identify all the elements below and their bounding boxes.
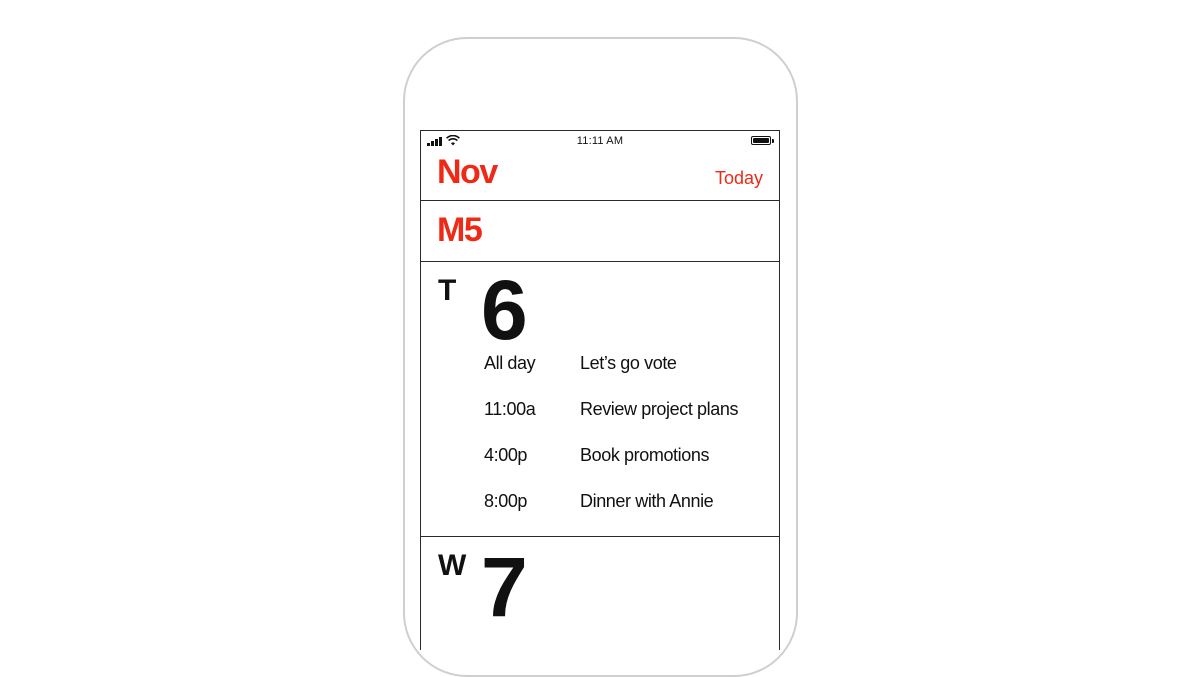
day-row-collapsed[interactable]: M5 <box>421 201 779 262</box>
event-time: 11:00a <box>484 399 536 419</box>
event-title: Dinner with Annie <box>580 491 714 511</box>
weekday-label: W <box>438 549 467 582</box>
weekday-label: M <box>437 211 465 249</box>
event-item[interactable]: 8:00p Dinner with Annie <box>484 486 774 532</box>
today-button[interactable]: Today <box>715 168 763 189</box>
day-section[interactable]: W 7 <box>421 537 779 650</box>
event-title: Review project plans <box>580 399 739 419</box>
day-number: 5 <box>463 211 483 249</box>
day-number: 7 <box>481 540 528 634</box>
weekday-label: T <box>438 274 457 307</box>
event-time: All day <box>484 353 536 373</box>
event-title: Book promotions <box>580 445 710 465</box>
event-time: 8:00p <box>484 491 528 511</box>
collapsed-day-label: M5 <box>437 210 483 250</box>
day-number: 6 <box>481 263 528 357</box>
month-title: Nov <box>437 153 498 191</box>
calendar-screen: 11:11 AM Nov Today M5 T 6 All day Let’s … <box>420 130 780 650</box>
battery-cap <box>772 139 774 143</box>
event-title: Let’s go vote <box>580 353 677 373</box>
status-time: 11:11 AM <box>576 135 624 147</box>
event-time: 4:00p <box>484 445 528 465</box>
event-list: All day Let’s go vote 11:00a Review proj… <box>484 348 774 532</box>
event-item[interactable]: All day Let’s go vote <box>484 348 774 394</box>
battery-icon <box>751 136 771 145</box>
day-section[interactable]: T 6 All day Let’s go vote 11:00a Review … <box>421 262 779 537</box>
event-item[interactable]: 4:00p Book promotions <box>484 440 774 486</box>
event-item[interactable]: 11:00a Review project plans <box>484 394 774 440</box>
status-bar: 11:11 AM <box>421 131 779 153</box>
calendar-header: Nov Today <box>421 153 779 201</box>
